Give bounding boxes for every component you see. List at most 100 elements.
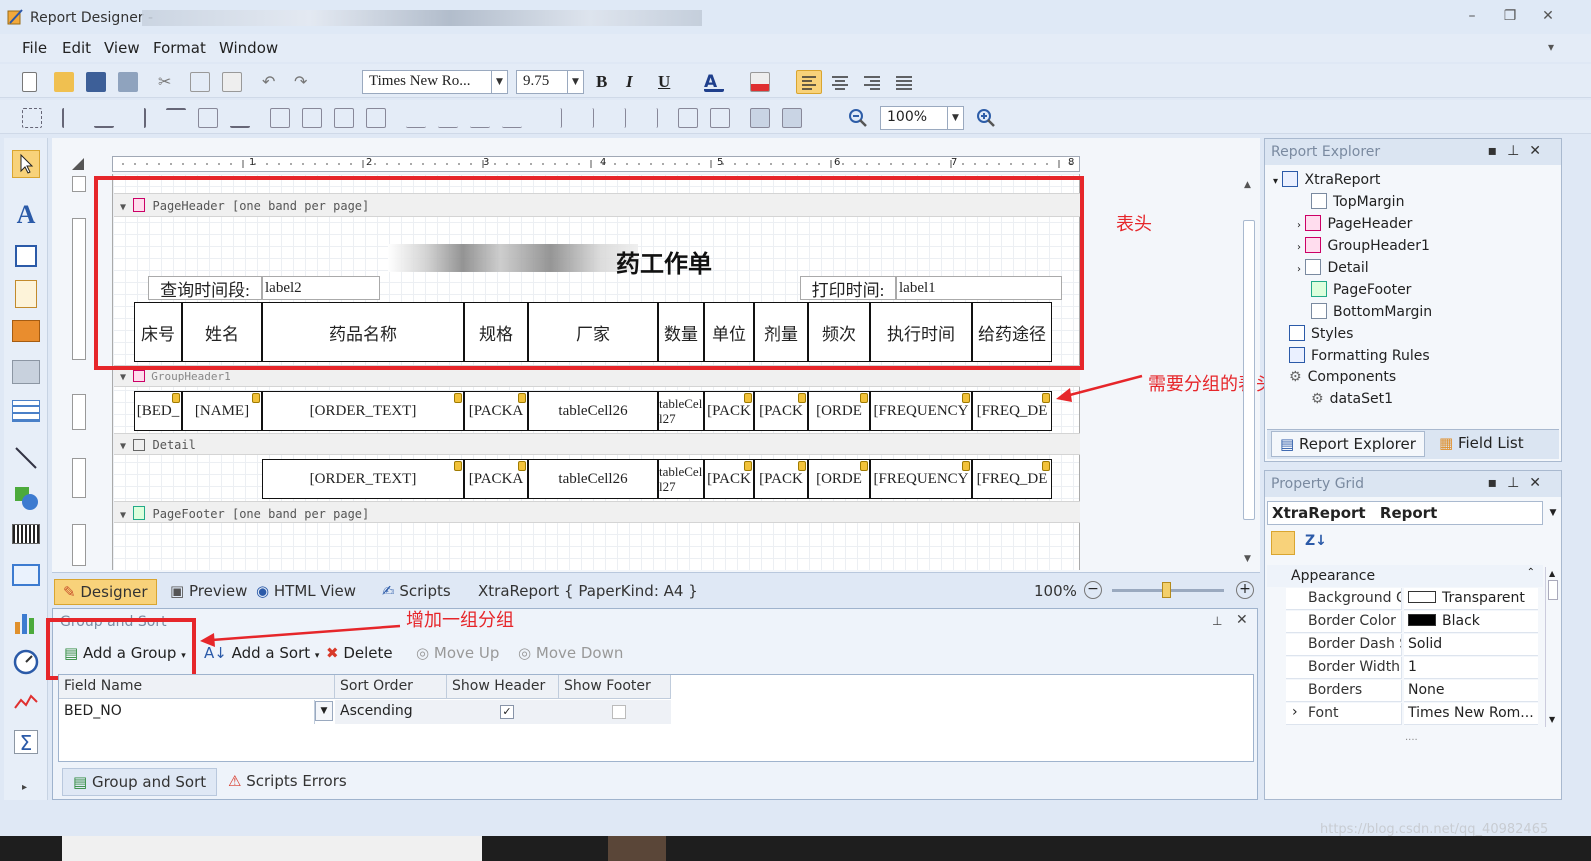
show-header-checkbox[interactable]: ✓ — [500, 705, 514, 719]
tab-designer[interactable]: ✎ Designer — [54, 579, 157, 605]
taskbar-window[interactable] — [62, 836, 482, 861]
zoom-out-icon[interactable] — [848, 108, 868, 128]
make-same-height-icon[interactable] — [334, 108, 354, 128]
align-lefts-icon[interactable] — [62, 108, 82, 128]
shape-tool-icon[interactable] — [12, 484, 40, 512]
smart-tag-icon[interactable] — [454, 393, 462, 403]
property-row[interactable]: Font Times New Rom... › — [1286, 703, 1538, 725]
cut-icon[interactable]: ✂ — [158, 72, 178, 92]
chart-tool-icon[interactable] — [12, 608, 40, 636]
tree-item-components[interactable]: ⚙ Components — [1289, 369, 1396, 385]
checkbox-tool-icon[interactable] — [15, 245, 37, 267]
pin-icon[interactable]: ⊥ — [1212, 614, 1222, 628]
move-up-button[interactable]: ◎ Move Up — [416, 644, 499, 662]
line-tool-icon[interactable] — [12, 444, 40, 472]
property-value[interactable]: None — [1404, 680, 1538, 702]
italic-button[interactable]: I — [626, 72, 646, 92]
align-left-button[interactable] — [796, 70, 822, 94]
make-same-width-icon[interactable] — [270, 108, 290, 128]
group-header-cell[interactable]: [FREQUENCY — [870, 391, 972, 431]
group-header-cell[interactable]: [PACKA — [464, 391, 528, 431]
group-header-cell[interactable]: [PACK — [754, 391, 808, 431]
align-right-icon[interactable] — [862, 72, 882, 92]
designer-vertical-scrollbar[interactable]: ▲ ▼ — [1240, 176, 1258, 566]
align-center-icon[interactable] — [830, 72, 850, 92]
smart-tag-icon[interactable] — [1042, 393, 1050, 403]
smart-tag-icon[interactable] — [744, 393, 752, 403]
show-footer-checkbox[interactable] — [612, 705, 626, 719]
align-tops-icon[interactable] — [166, 108, 186, 128]
pivot-grid-tool-icon[interactable]: Σ — [14, 730, 38, 755]
richtext-tool-icon[interactable] — [15, 280, 37, 308]
tab-field-list[interactable]: ▦ Field List — [1431, 431, 1532, 457]
table-tool-icon[interactable] — [12, 400, 40, 422]
bring-to-front-icon[interactable] — [750, 108, 770, 128]
detail-cell[interactable]: tableCell27 — [658, 459, 704, 499]
group-header-cell[interactable]: [BED_ — [134, 391, 182, 431]
menu-overflow-icon[interactable]: ▾ — [1548, 40, 1554, 54]
panel-controls-icon[interactable]: ▪⊥✕ — [1488, 143, 1551, 159]
tree-item-bottommargin[interactable]: BottomMargin — [1311, 303, 1432, 320]
menu-edit[interactable]: Edit — [62, 39, 91, 57]
menu-window[interactable]: Window — [219, 39, 278, 57]
increase-vertical-spacing-icon[interactable] — [574, 108, 594, 128]
font-family-select[interactable]: Times New Ro... ▼ — [362, 70, 508, 94]
tab-html-view[interactable]: ◉ HTML View — [248, 579, 364, 605]
undo-icon[interactable]: ↶ — [262, 72, 282, 92]
object-dropdown-icon[interactable]: ▼ — [1545, 501, 1561, 525]
splitter-grip-icon[interactable]: ···· — [1405, 735, 1418, 746]
zoom-plus-button[interactable]: + — [1236, 581, 1254, 599]
property-row[interactable]: Border Width 1 — [1286, 657, 1538, 679]
tree-root[interactable]: ▾ XtraReport — [1273, 171, 1380, 188]
scroll-thumb[interactable] — [1243, 220, 1255, 520]
column-header-sort-order[interactable]: Sort Order — [335, 675, 447, 699]
categorized-view-icon[interactable] — [1271, 531, 1295, 555]
toolbox-scroll-icon[interactable]: ▸ — [22, 782, 27, 793]
smart-tag-icon[interactable] — [518, 461, 526, 471]
paste-icon[interactable] — [222, 72, 242, 92]
detail-cell[interactable]: [FREQUENCY — [870, 459, 972, 499]
scroll-down-icon[interactable]: ▼ — [1244, 554, 1251, 564]
save-icon[interactable] — [86, 72, 106, 92]
group-header-cell[interactable]: tableCell27 — [658, 391, 704, 431]
property-scrollbar[interactable]: ▲ ▼ — [1545, 567, 1561, 727]
group-header-cell[interactable]: [NAME] — [182, 391, 262, 431]
property-value[interactable]: 1 — [1404, 657, 1538, 679]
taskbar-app-icon[interactable] — [608, 836, 666, 861]
zoom-minus-button[interactable]: − — [1084, 581, 1102, 599]
property-row[interactable]: Borders None — [1286, 680, 1538, 702]
restore-button[interactable]: ❐ — [1500, 8, 1520, 26]
align-rights-icon[interactable] — [126, 108, 146, 128]
group-header-cell[interactable]: [ORDER_TEXT] — [262, 391, 464, 431]
horizontal-spacing-equal-icon[interactable] — [406, 108, 426, 128]
field-dropdown-icon[interactable]: ▼ — [315, 701, 333, 721]
align-middles-icon[interactable] — [198, 108, 218, 128]
group-header-cell[interactable]: [ORDE — [808, 391, 870, 431]
smart-tag-icon[interactable] — [454, 461, 462, 471]
field-name-cell[interactable]: BED_NO — [59, 700, 315, 724]
smart-tag-icon[interactable] — [1042, 461, 1050, 471]
property-value[interactable]: Times New Rom... — [1404, 703, 1538, 725]
smart-tag-icon[interactable] — [962, 393, 970, 403]
smart-tag-icon[interactable] — [172, 393, 180, 403]
column-header-show-footer[interactable]: Show Footer — [559, 675, 671, 699]
font-size-select[interactable]: 9.75 ▼ — [516, 70, 584, 94]
minimize-button[interactable]: – — [1462, 8, 1482, 26]
center-horizontally-icon[interactable] — [678, 108, 698, 128]
increase-horizontal-spacing-icon[interactable] — [438, 108, 458, 128]
tree-item-pageheader[interactable]: › PageHeader — [1297, 215, 1412, 232]
scroll-up-icon[interactable]: ▲ — [1244, 180, 1251, 190]
open-icon[interactable] — [54, 72, 74, 92]
vertical-spacing-equal-icon[interactable] — [542, 108, 562, 128]
new-report-icon[interactable] — [22, 72, 37, 92]
property-row[interactable]: Border Color Black — [1286, 611, 1538, 633]
property-value[interactable]: Black — [1404, 611, 1538, 633]
group-header-cell[interactable]: [FREQ_DE — [972, 391, 1052, 431]
sort-order-cell[interactable]: Ascending — [335, 700, 447, 724]
redo-icon[interactable]: ↷ — [294, 72, 314, 92]
menu-format[interactable]: Format — [153, 39, 206, 57]
alphabetical-sort-icon[interactable]: Z↓ — [1305, 533, 1327, 549]
tab-scripts-errors[interactable]: ⚠ Scripts Errors — [218, 768, 357, 796]
decrease-horizontal-spacing-icon[interactable] — [470, 108, 490, 128]
detail-cell[interactable]: [FREQ_DE — [972, 459, 1052, 499]
